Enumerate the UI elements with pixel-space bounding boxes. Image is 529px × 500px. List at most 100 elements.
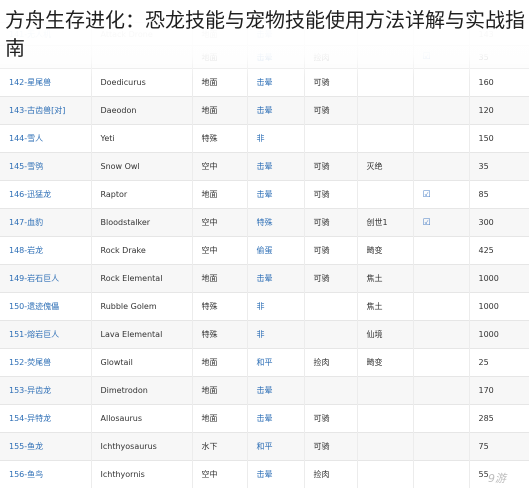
cell-creature-name[interactable]: 147-血豹 bbox=[0, 208, 92, 237]
cell-type: 特殊 bbox=[192, 320, 248, 349]
cell-rideable bbox=[304, 376, 358, 405]
cell-value: 170 bbox=[469, 376, 529, 405]
cell-check-icon bbox=[413, 376, 470, 405]
cell-creature-name[interactable]: 151-熔岩巨人 bbox=[0, 320, 92, 349]
cell-creature-name[interactable]: 148-岩龙 bbox=[0, 236, 92, 265]
cell-dlc bbox=[357, 460, 414, 488]
cell-value: 120 bbox=[469, 96, 529, 125]
cell-creature-name[interactable]: 146-迅猛龙 bbox=[0, 180, 92, 209]
cell-type: 特殊 bbox=[192, 124, 248, 153]
table-row: 152-荧尾兽 Glowtail 地面 和平 捡肉 畸变 25 bbox=[0, 348, 529, 377]
cell-dlc: 创世1 bbox=[357, 208, 414, 237]
cell-taming-method[interactable]: 击晕 bbox=[247, 460, 305, 488]
cell-english-name: Ichthyosaurus bbox=[91, 432, 193, 461]
cell-type: 地面 bbox=[192, 376, 248, 405]
cell-english-name: Rubble Golem bbox=[91, 292, 193, 321]
cell-type: 空中 bbox=[192, 208, 248, 237]
cell-value: 285 bbox=[469, 404, 529, 433]
cell-check-icon bbox=[413, 292, 470, 321]
cell-dlc bbox=[357, 376, 414, 405]
cell-english-name: Rock Elemental bbox=[91, 264, 193, 293]
cell-taming-method[interactable]: 击晕 bbox=[247, 264, 305, 293]
cell-creature-name[interactable]: 153-异齿龙 bbox=[0, 376, 92, 405]
cell-rideable: 可骑 bbox=[304, 152, 358, 181]
cell-creature-name[interactable]: 155-鱼龙 bbox=[0, 432, 92, 461]
cell-taming-method[interactable]: 非 bbox=[247, 320, 305, 349]
cell-english-name: Daeodon bbox=[91, 96, 193, 125]
cell-check-icon bbox=[413, 96, 470, 125]
cell-check-icon bbox=[413, 264, 470, 293]
cell-rideable bbox=[304, 292, 358, 321]
cell-dlc: 畸变 bbox=[357, 236, 414, 265]
cell-value: 85 bbox=[469, 180, 529, 209]
cell-rideable: 捡肉 bbox=[304, 348, 358, 377]
table-row: 150-遗迹傀儡 Rubble Golem 特殊非 焦土 1000 bbox=[0, 292, 529, 321]
cell-taming-method[interactable]: 击晕 bbox=[247, 376, 305, 405]
cell-type: 特殊 bbox=[192, 292, 248, 321]
cell-dlc bbox=[357, 432, 414, 461]
table-row: 144-雪人 Yeti 特殊非 150 bbox=[0, 124, 529, 153]
creature-table: 141-无人机Attack Drone地面击晕143地面击晕捡肉☑35142-星… bbox=[0, 22, 529, 488]
cell-check-icon bbox=[413, 432, 470, 461]
cell-check-icon bbox=[413, 320, 470, 349]
cell-check-icon: ☑ bbox=[413, 180, 470, 209]
cell-english-name: Rock Drake bbox=[91, 236, 193, 265]
creature-table-body: 141-无人机Attack Drone地面击晕143地面击晕捡肉☑35142-星… bbox=[0, 22, 529, 488]
cell-english-name: Glowtail bbox=[91, 348, 193, 377]
cell-english-name: Bloodstalker bbox=[91, 208, 193, 237]
cell-value: 1000 bbox=[469, 264, 529, 293]
table-row: 154-异特龙 Allosaurus 地面 击晕 可骑 285 bbox=[0, 404, 529, 433]
cell-creature-name[interactable]: 150-遗迹傀儡 bbox=[0, 292, 92, 321]
cell-english-name: Ichthyornis bbox=[91, 460, 193, 488]
cell-english-name: Lava Elemental bbox=[91, 320, 193, 349]
cell-rideable bbox=[304, 124, 358, 153]
cell-taming-method[interactable]: 特殊 bbox=[247, 208, 305, 237]
table-row: 143-古齿兽[对] Daeodon 地面 击晕 可骑 120 bbox=[0, 96, 529, 125]
creature-table-wrapper: 141-无人机Attack Drone地面击晕143地面击晕捡肉☑35142-星… bbox=[0, 22, 529, 488]
cell-check-icon bbox=[413, 348, 470, 377]
cell-creature-name[interactable]: 154-异特龙 bbox=[0, 404, 92, 433]
cell-dlc bbox=[357, 124, 414, 153]
cell-creature-name[interactable]: 143-古齿兽[对] bbox=[0, 96, 92, 125]
cell-value: 25 bbox=[469, 348, 529, 377]
cell-taming-method[interactable]: 击晕 bbox=[247, 152, 305, 181]
cell-creature-name[interactable]: 149-岩石巨人 bbox=[0, 264, 92, 293]
cell-taming-method[interactable]: 和平 bbox=[247, 348, 305, 377]
cell-value: 300 bbox=[469, 208, 529, 237]
table-row: 149-岩石巨人 Rock Elemental 地面 击晕 可骑 焦土 1000 bbox=[0, 264, 529, 293]
cell-taming-method[interactable]: 非 bbox=[247, 124, 305, 153]
cell-taming-method[interactable]: 击晕 bbox=[247, 180, 305, 209]
cell-value: 425 bbox=[469, 236, 529, 265]
cell-dlc bbox=[357, 404, 414, 433]
cell-taming-method[interactable]: 非 bbox=[247, 292, 305, 321]
page-title: 方舟生存进化：恐龙技能与宠物技能使用方法详解与实战指南 bbox=[5, 8, 525, 60]
cell-creature-name[interactable]: 156-鱼鸟 bbox=[0, 460, 92, 488]
cell-check-icon bbox=[413, 152, 470, 181]
cell-type: 空中 bbox=[192, 152, 248, 181]
cell-type: 地面 bbox=[192, 96, 248, 125]
cell-creature-name[interactable]: 145-雪鸮 bbox=[0, 152, 92, 181]
cell-taming-method[interactable]: 偷蛋 bbox=[247, 236, 305, 265]
cell-check-icon bbox=[413, 236, 470, 265]
cell-type: 空中 bbox=[192, 236, 248, 265]
cell-type: 地面 bbox=[192, 404, 248, 433]
cell-taming-method[interactable]: 击晕 bbox=[247, 96, 305, 125]
cell-creature-name[interactable]: 144-雪人 bbox=[0, 124, 92, 153]
cell-english-name: Snow Owl bbox=[91, 152, 193, 181]
cell-dlc: 灭绝 bbox=[357, 152, 414, 181]
site-watermark-logo: 9游 bbox=[488, 472, 506, 485]
cell-taming-method[interactable]: 和平 bbox=[247, 432, 305, 461]
cell-type: 地面 bbox=[192, 348, 248, 377]
cell-value: 35 bbox=[469, 152, 529, 181]
cell-english-name: Raptor bbox=[91, 180, 193, 209]
cell-dlc: 仙境 bbox=[357, 320, 414, 349]
cell-rideable: 可骑 bbox=[304, 236, 358, 265]
cell-dlc bbox=[357, 96, 414, 125]
table-row: 155-鱼龙 Ichthyosaurus 水下 和平 可骑 75 bbox=[0, 432, 529, 461]
table-row: 153-异齿龙 Dimetrodon 地面 击晕 170 bbox=[0, 376, 529, 405]
cell-taming-method[interactable]: 击晕 bbox=[247, 404, 305, 433]
cell-creature-name[interactable]: 152-荧尾兽 bbox=[0, 348, 92, 377]
cell-type: 地面 bbox=[192, 180, 248, 209]
table-row: 145-雪鸮 Snow Owl 空中 击晕 可骑 灭绝 35 bbox=[0, 152, 529, 181]
table-row: 156-鱼鸟 Ichthyornis 空中 击晕 捡肉 55 bbox=[0, 460, 529, 488]
